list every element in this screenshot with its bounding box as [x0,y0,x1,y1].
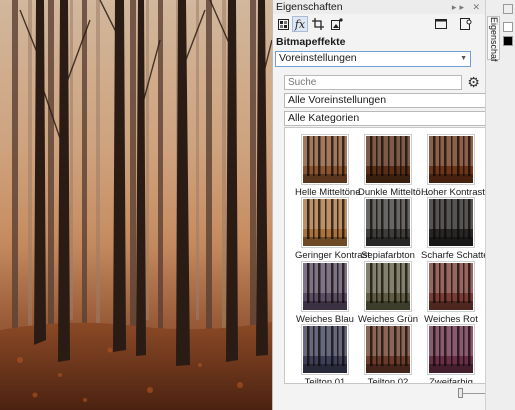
docker-toolbar: fx [273,15,485,34]
chevron-down-icon: ▼ [460,55,467,62]
preset-tile[interactable]: Geringer Kontrast [295,197,370,261]
preset-tile[interactable]: Teilton 01 [295,324,355,384]
outline-swatch[interactable] [503,36,513,46]
preset-thumbnail [301,261,349,312]
preset-thumbnail [364,261,412,312]
preset-thumbnail [427,134,475,185]
preset-tile[interactable]: Dunkle Mitteltö... [358,134,429,198]
forest-photo [0,0,272,410]
preset-thumbnail [301,324,349,375]
properties-docker: Eigenschaften ▸▸ ✕ fx Bitmapeffekte Vore… [272,0,515,410]
docker-titlebar: Eigenschaften ▸▸ ✕ [273,0,485,14]
search-input[interactable]: Suche [284,75,462,90]
docker-window-controls[interactable]: ▸▸ ✕ [452,0,483,14]
docker-tab-strip: Eigenschaf [485,0,515,410]
preset-thumbnail [364,134,412,185]
page-settings-icon[interactable] [458,16,474,32]
preset-label: Teilton 02 [367,377,409,384]
preset-tile[interactable]: Sepiafarbton [358,197,418,261]
docker-title: Eigenschaften [276,1,343,13]
preset-label: Zweifarbig [429,377,473,384]
bitmap-icon[interactable] [275,16,291,32]
preset-tile[interactable]: Hoher Kontrast [421,134,485,198]
preset-label: Sepiafarbton [361,250,415,261]
preset-dropdown[interactable]: Voreinstellungen ▼ [275,51,471,67]
category-filter-dropdown[interactable]: Alle Kategorien ▼ [284,111,509,126]
page-icon[interactable] [433,16,449,32]
preset-label: Scharfe Schatten [421,250,494,261]
pin-icon[interactable] [503,4,513,14]
preset-label: Teilton 01 [304,377,346,384]
preset-filter-value: Alle Voreinstellungen [288,94,387,106]
slider-knob[interactable] [458,388,463,398]
category-filter-value: Alle Kategorien [288,112,360,124]
preset-tile[interactable]: Weiches Grün [358,261,418,325]
preset-tile[interactable]: Teilton 02 [358,324,418,384]
preset-thumbnail [301,197,349,248]
fill-swatch[interactable] [503,22,513,32]
preset-thumbnail [301,134,349,185]
preset-thumbnail [427,324,475,375]
section-title: Bitmapeffekte [276,36,346,48]
tab-properties-label: Eigenschaf [489,17,499,62]
preset-thumbnail [427,197,475,248]
preset-tile[interactable]: Weiches Rot [421,261,481,325]
preset-tile[interactable]: Weiches Blau [295,261,355,325]
preset-thumbnail [427,261,475,312]
preset-dropdown-value: Voreinstellungen [279,52,357,64]
preset-tile[interactable]: Zweifarbig [421,324,481,384]
preset-label: Geringer Kontrast [295,250,370,261]
preset-thumbnail [364,197,412,248]
image-adjust-icon[interactable] [329,16,345,32]
fx-icon[interactable]: fx [292,16,308,32]
preset-gallery: Helle Mitteltöne Dunkle Mitteltö... Hoher … [284,127,509,384]
preset-filter-dropdown[interactable]: Alle Voreinstellungen ▼ [284,93,509,108]
document-canvas[interactable] [0,0,272,410]
gear-icon[interactable]: ⚙ [465,74,482,91]
crop-icon[interactable] [310,16,326,32]
preset-tile[interactable]: Helle Mitteltöne [295,134,360,198]
preset-tile[interactable]: Scharfe Schatten [421,197,494,261]
preset-thumbnail [364,324,412,375]
